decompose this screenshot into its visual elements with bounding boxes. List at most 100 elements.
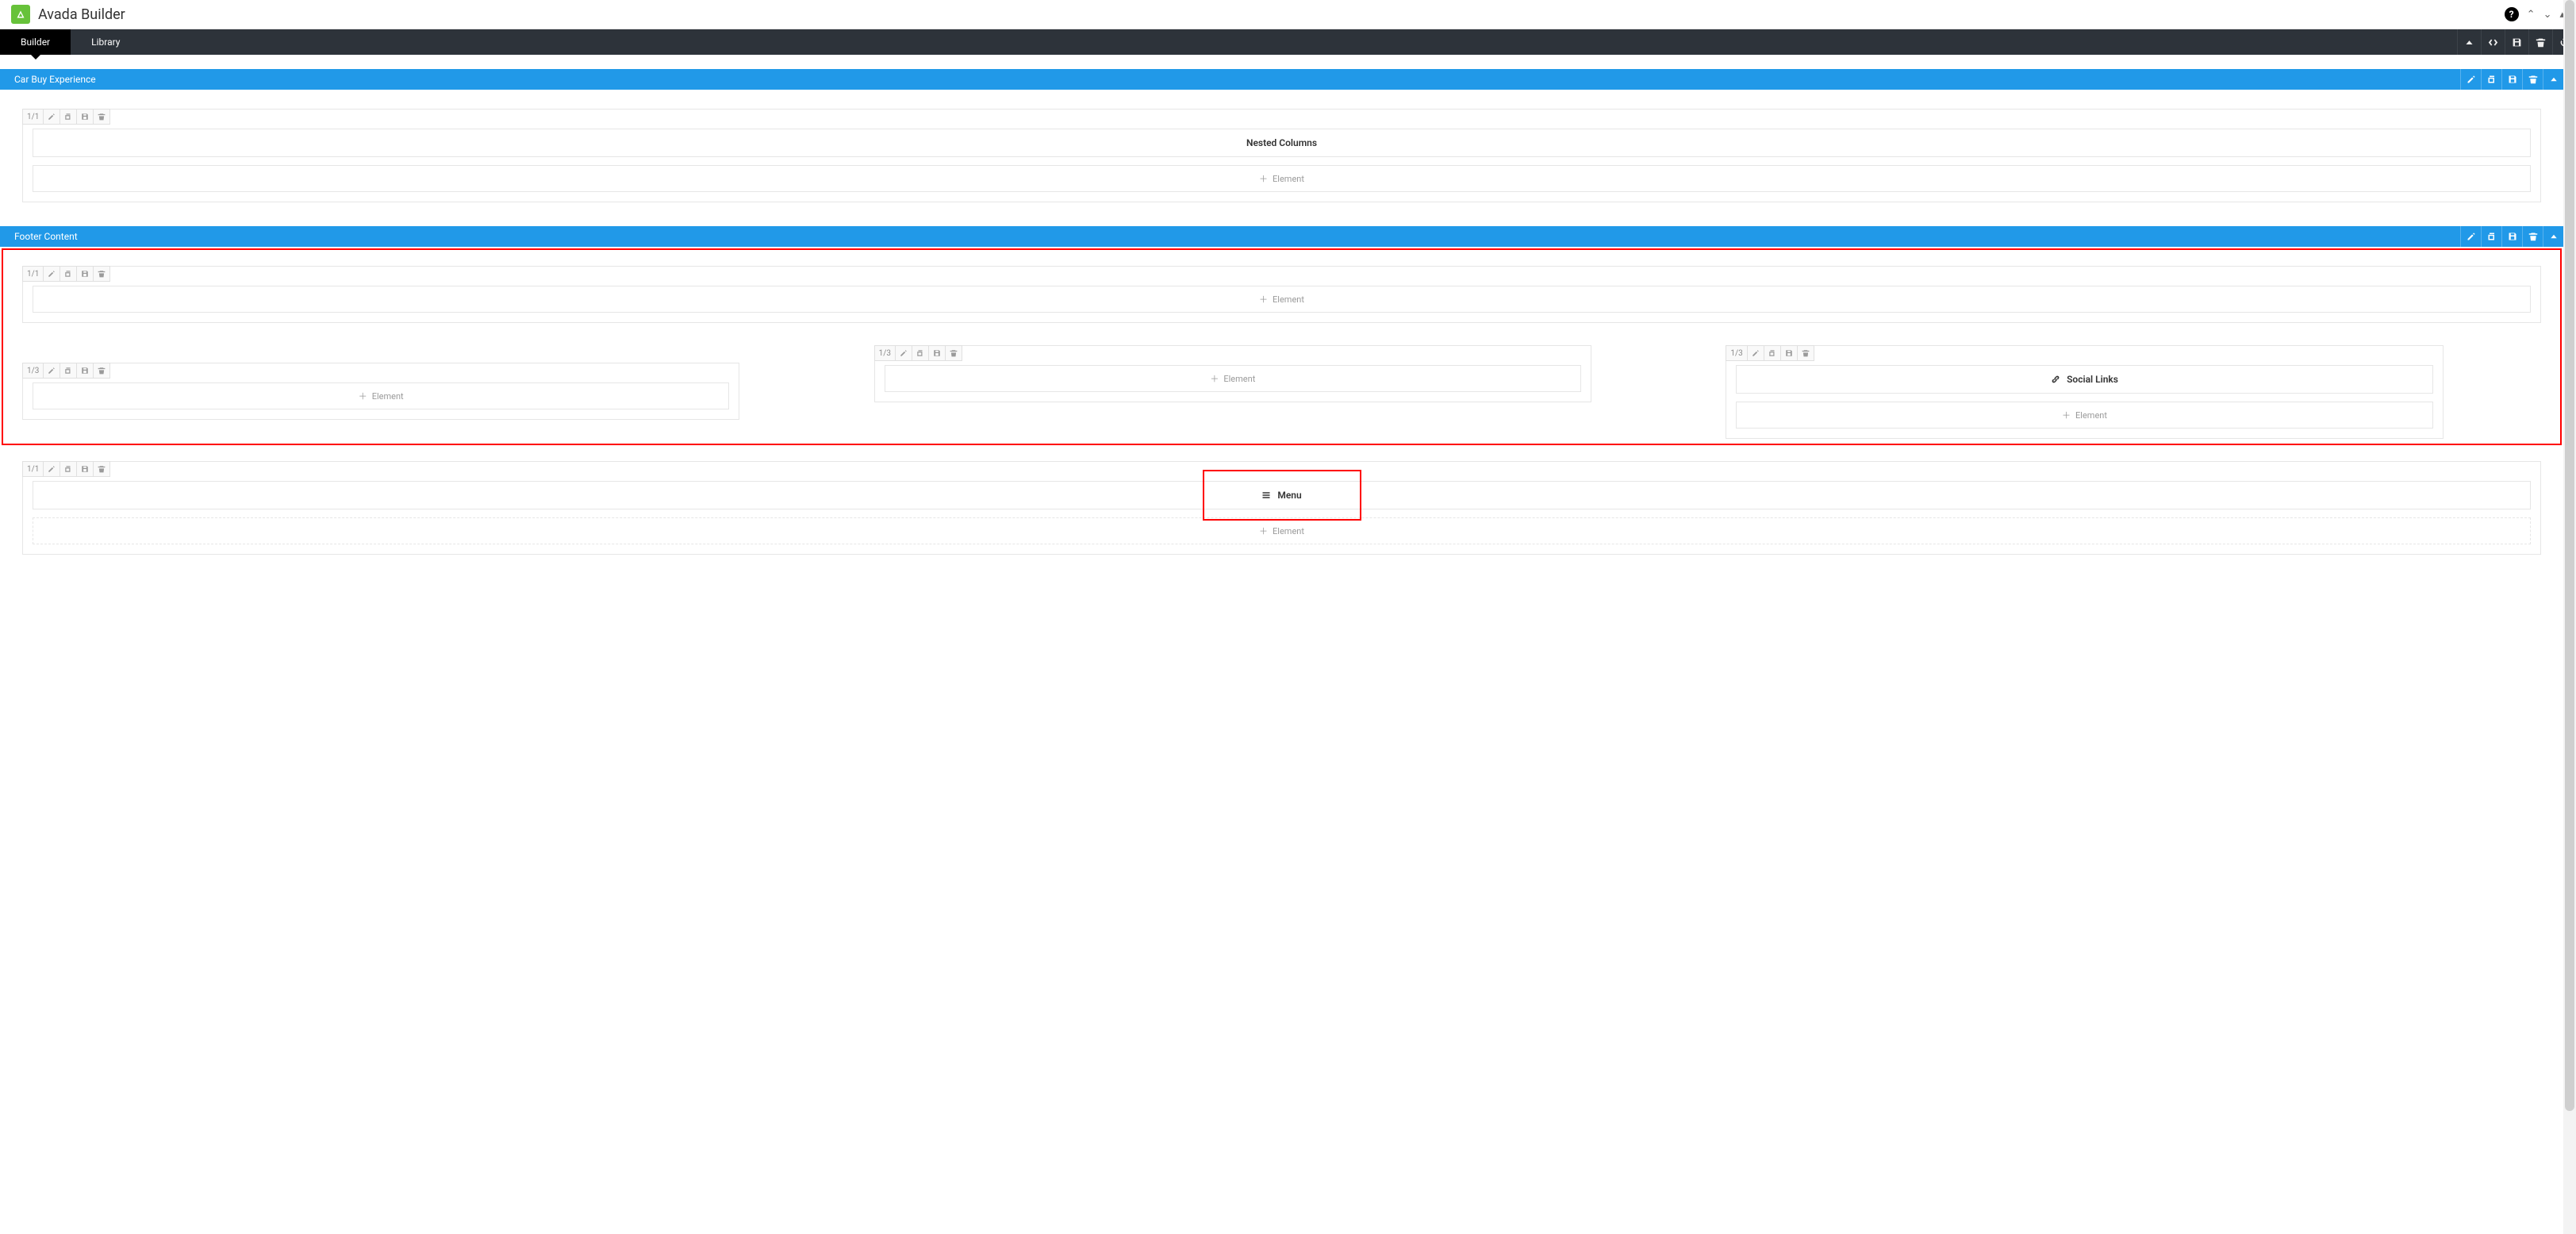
plus-icon: ＋ (2062, 409, 2071, 421)
edit-icon[interactable] (895, 345, 912, 361)
clone-icon[interactable] (60, 363, 76, 379)
save-icon[interactable] (76, 109, 93, 125)
move-down-icon[interactable]: ⌄ (2543, 9, 2552, 21)
trash-icon[interactable] (93, 266, 110, 282)
clone-icon[interactable] (1764, 345, 1780, 361)
element-menu[interactable]: Menu (33, 481, 2531, 509)
save-icon[interactable] (2501, 69, 2522, 90)
trash-icon[interactable] (93, 363, 110, 379)
container-title: Car Buy Experience (14, 74, 2460, 85)
clone-icon[interactable] (2481, 69, 2501, 90)
trash-icon[interactable] (1797, 345, 1814, 361)
trash-icon[interactable] (93, 109, 110, 125)
avada-logo (11, 5, 30, 24)
edit-icon[interactable] (43, 461, 60, 477)
trash-icon[interactable] (2522, 226, 2543, 247)
builder-column[interactable]: 1/3 ＋ Element (874, 345, 1591, 402)
builder-column[interactable]: 1/1 ＋ Element (22, 266, 2541, 323)
save-icon[interactable] (2505, 29, 2528, 55)
column-toolbar: 1/3 (1726, 345, 1814, 361)
column-size-label[interactable]: 1/1 (22, 266, 43, 282)
save-icon[interactable] (76, 363, 93, 379)
code-icon[interactable] (2481, 29, 2505, 55)
column-toolbar: 1/1 (22, 461, 110, 477)
tab-builder[interactable]: Builder (0, 29, 71, 55)
add-element-button[interactable]: ＋ Element (33, 286, 2531, 313)
add-element-label: Element (372, 391, 404, 402)
element-label: Menu (1277, 490, 1301, 501)
add-element-button[interactable]: ＋ Element (33, 383, 729, 409)
edit-icon[interactable] (2460, 226, 2481, 247)
collapse-icon[interactable] (2457, 29, 2481, 55)
scrollbar-thumb[interactable] (2565, 0, 2574, 1111)
builder-row: 1/1 ＋ Element (22, 266, 2541, 323)
plus-icon: ＋ (1210, 372, 1219, 385)
collapse-icon[interactable] (2543, 69, 2563, 90)
element-nested-columns[interactable]: Nested Columns (33, 129, 2531, 157)
save-icon[interactable] (2501, 226, 2522, 247)
save-icon[interactable] (928, 345, 945, 361)
builder-row: 1/1 Menu ＋ Element (22, 461, 2541, 555)
element-social-links[interactable]: Social Links (1736, 365, 2432, 394)
move-up-icon[interactable]: ⌃ (2527, 9, 2536, 21)
edit-icon[interactable] (43, 363, 60, 379)
add-element-label: Element (2075, 410, 2107, 421)
app-title: Avada Builder (38, 6, 2505, 23)
tab-label: Library (91, 37, 120, 48)
trash-icon[interactable] (2528, 29, 2552, 55)
builder-row: 1/1 Nested Columns ＋ Element (22, 109, 2541, 202)
add-element-button[interactable]: ＋ Element (33, 517, 2531, 544)
column-toolbar: 1/3 (874, 345, 962, 361)
container-header[interactable]: Car Buy Experience (0, 69, 2563, 90)
container-body: 1/1 Nested Columns ＋ Element (0, 90, 2563, 226)
save-icon[interactable] (1780, 345, 1797, 361)
builder-column[interactable]: 1/3 Social Links ＋ Element (1726, 345, 2443, 439)
plus-icon: ＋ (1259, 172, 1268, 185)
builder-column[interactable]: 1/1 Nested Columns ＋ Element (22, 109, 2541, 202)
clone-icon[interactable] (2481, 226, 2501, 247)
add-element-button[interactable]: ＋ Element (1736, 402, 2432, 429)
plus-icon: ＋ (1259, 525, 1268, 537)
builder-column[interactable]: 1/1 Menu ＋ Element (22, 461, 2541, 555)
edit-icon[interactable] (43, 109, 60, 125)
trash-icon[interactable] (93, 461, 110, 477)
menu-icon (1261, 490, 1271, 500)
builder-column[interactable]: 1/3 ＋ Element (22, 363, 739, 420)
column-toolbar: 1/1 (22, 109, 110, 125)
add-element-button[interactable]: ＋ Element (885, 365, 1581, 392)
add-element-label: Element (1223, 374, 1255, 384)
collapse-icon[interactable] (2543, 226, 2563, 247)
tab-label: Builder (21, 37, 50, 48)
container-title: Footer Content (14, 231, 2460, 242)
column-size-label[interactable]: 1/1 (22, 109, 43, 125)
column-size-label[interactable]: 1/3 (22, 363, 43, 379)
column-size-label[interactable]: 1/3 (1726, 345, 1746, 361)
element-label: Social Links (2067, 374, 2118, 385)
help-icon[interactable]: ? (2505, 7, 2519, 21)
edit-icon[interactable] (1747, 345, 1764, 361)
clone-icon[interactable] (60, 109, 76, 125)
scrollbar[interactable] (2563, 0, 2576, 1234)
edit-icon[interactable] (2460, 69, 2481, 90)
link-icon (2051, 375, 2060, 384)
add-element-button[interactable]: ＋ Element (33, 165, 2531, 192)
clone-icon[interactable] (60, 266, 76, 282)
tab-library[interactable]: Library (71, 29, 140, 55)
add-element-label: Element (1273, 294, 1304, 305)
column-size-label[interactable]: 1/1 (22, 461, 43, 477)
add-element-label: Element (1273, 526, 1304, 536)
column-size-label[interactable]: 1/3 (874, 345, 895, 361)
edit-icon[interactable] (43, 266, 60, 282)
trash-icon[interactable] (945, 345, 962, 361)
clone-icon[interactable] (60, 461, 76, 477)
container-header[interactable]: Footer Content (0, 226, 2563, 247)
builder-row: 1/3 ＋ Element 1/3 (22, 345, 2541, 439)
plus-icon: ＋ (1259, 293, 1268, 306)
clone-icon[interactable] (912, 345, 928, 361)
container-body: 1/1 ＋ Element 1/3 (0, 247, 2563, 579)
save-icon[interactable] (76, 266, 93, 282)
element-label: Nested Columns (1246, 137, 1317, 148)
column-toolbar: 1/1 (22, 266, 110, 282)
trash-icon[interactable] (2522, 69, 2543, 90)
save-icon[interactable] (76, 461, 93, 477)
